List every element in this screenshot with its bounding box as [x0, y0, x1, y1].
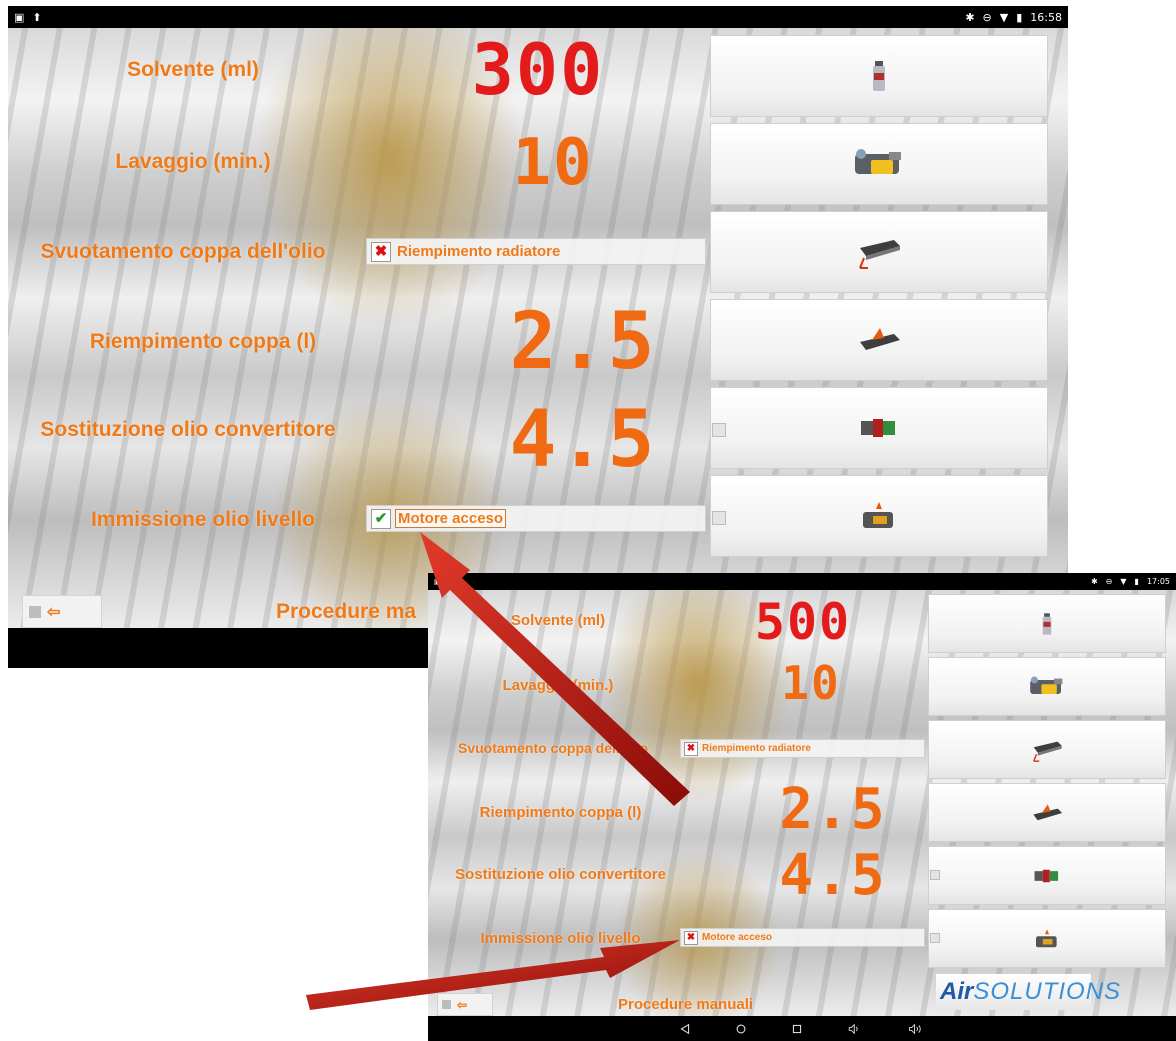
tile-wash[interactable] — [710, 123, 1048, 205]
sump-drain-icon — [859, 240, 900, 269]
sump-fill-icon — [860, 328, 900, 350]
radiator-fill-option[interactable]: ✖ Riempimento radiatore — [680, 739, 925, 758]
row-label-converter: Sostituzione olio convertitore — [455, 866, 666, 883]
back-arrow-icon: ⇦ — [457, 997, 468, 1012]
row-label-sump-fill: Riempimento coppa (l) — [89, 330, 317, 353]
nav-home-icon[interactable] — [736, 1024, 746, 1034]
row-label-solvent: Solvente (ml) — [510, 612, 606, 629]
engine-on-label: Motore acceso — [395, 509, 507, 528]
tile-converter[interactable] — [928, 846, 1166, 905]
back-checkbox[interactable] — [442, 1000, 451, 1009]
row-label-sump-empty: Svuotamento coppa dell'olio — [40, 240, 326, 263]
bluetooth-icon: ✱ — [1090, 577, 1098, 586]
tile-sump-fill[interactable] — [710, 299, 1048, 381]
manual-procedures-label[interactable]: Procedure manuali — [618, 996, 753, 1013]
tile-wash[interactable] — [928, 657, 1166, 716]
tile-solvent[interactable] — [710, 35, 1048, 117]
radiator-fill-option[interactable]: ✖ Riempimento radiatore — [366, 238, 706, 265]
nav-bar — [428, 1016, 1176, 1041]
do-not-disturb-icon: ⊖ — [982, 10, 992, 24]
row-label-level: Immissione olio livello — [480, 930, 641, 947]
status-bar: ▣ ⬆ ✱ ⊖ ▼ ▮ 16:58 — [8, 6, 1068, 28]
solvent-value-display[interactable]: 300 — [468, 30, 608, 110]
converter-value-display[interactable]: 4.5 — [773, 844, 893, 908]
row-label-level: Immissione olio livello — [90, 508, 316, 531]
solvent-value-display[interactable]: 500 — [753, 594, 853, 650]
battery-icon: ▮ — [1016, 10, 1023, 24]
wash-value-display[interactable]: 10 — [776, 656, 846, 710]
radiator-fill-label: Riempimento radiatore — [397, 243, 561, 260]
tile-converter[interactable] — [710, 387, 1048, 469]
level-fill-icon — [863, 502, 893, 528]
tile-level[interactable] — [928, 909, 1166, 968]
image-icon: ▣ — [434, 577, 442, 586]
tile-sump-empty[interactable] — [710, 211, 1048, 293]
radiator-fill-label: Riempimento radiatore — [702, 743, 811, 754]
upload-icon: ⬆ — [32, 10, 42, 24]
engine-on-label: Motore acceso — [702, 932, 773, 943]
app-content: Solvente (ml) Lavaggio (min.) Svuotament… — [8, 28, 1068, 628]
engine-wash-icon — [1030, 676, 1063, 694]
manual-procedures-label[interactable]: Procedure ma — [276, 600, 416, 624]
screenshot-1: ▣ ⬆ ✱ ⊖ ▼ ▮ 16:58 Solvente (ml) Lavaggio… — [8, 6, 1068, 668]
back-button[interactable]: ⇦ — [437, 993, 493, 1016]
tile-sump-empty[interactable] — [928, 720, 1166, 779]
level-checkbox[interactable] — [930, 933, 940, 943]
uncheck-x-icon[interactable]: ✖ — [684, 930, 698, 945]
solvent-bottle-icon — [873, 61, 885, 91]
screenshot-2: ▣ ✱ ⊖ ▼ ▮ 17:05 Solvente (ml) Lavaggio (… — [428, 573, 1176, 1041]
app-content: Solvente (ml) Lavaggio (min.) Svuotament… — [428, 590, 1176, 1016]
tile-sump-fill[interactable] — [928, 783, 1166, 842]
do-not-disturb-icon: ⊖ — [1105, 577, 1113, 586]
row-label-sump-empty: Svuotamento coppa dell'olio — [457, 740, 648, 756]
engine-on-option[interactable]: ✖ Motore acceso — [680, 928, 925, 947]
back-checkbox[interactable] — [29, 605, 41, 618]
tile-level[interactable] — [710, 475, 1048, 557]
battery-icon: ▮ — [1134, 577, 1139, 586]
converter-icon — [1034, 869, 1059, 882]
row-label-wash: Lavaggio (min.) — [115, 150, 271, 173]
level-fill-icon — [1036, 928, 1057, 947]
check-mark-icon[interactable]: ✔ — [371, 508, 391, 529]
logo-air: Air — [940, 978, 974, 1005]
airsolutions-logo: Air SOLUTIONS — [936, 974, 1120, 1010]
uncheck-x-icon[interactable]: ✖ — [371, 241, 391, 262]
volume-down-icon[interactable] — [848, 1023, 862, 1034]
sump-drain-icon — [1033, 741, 1062, 762]
status-bar: ▣ ✱ ⊖ ▼ ▮ 17:05 — [428, 573, 1176, 590]
row-label-converter: Sostituzione olio convertitore — [40, 418, 336, 441]
converter-value-display[interactable]: 4.5 — [498, 394, 668, 486]
back-button[interactable]: ⇦ — [22, 595, 102, 628]
nav-recents-icon[interactable] — [792, 1024, 802, 1034]
converter-checkbox[interactable] — [930, 870, 940, 880]
image-icon: ▣ — [14, 10, 25, 24]
volume-up-icon[interactable] — [908, 1023, 924, 1034]
converter-checkbox[interactable] — [712, 423, 726, 437]
row-label-wash: Lavaggio (min.) — [502, 677, 614, 694]
sump-fill-value-display[interactable]: 2.5 — [773, 778, 893, 842]
solvent-bottle-icon — [1042, 612, 1052, 635]
back-arrow-icon: ⇦ — [47, 603, 61, 621]
uncheck-x-icon[interactable]: ✖ — [684, 741, 698, 756]
sump-fill-icon — [1033, 803, 1063, 820]
bluetooth-icon: ✱ — [965, 10, 975, 24]
tile-solvent[interactable] — [928, 594, 1166, 653]
nav-back-icon[interactable] — [680, 1023, 690, 1034]
level-checkbox[interactable] — [712, 511, 726, 525]
status-time: 16:58 — [1030, 10, 1062, 24]
converter-icon — [861, 419, 895, 437]
status-time: 17:05 — [1146, 577, 1170, 586]
wifi-icon: ▼ — [999, 10, 1009, 24]
wifi-icon: ▼ — [1120, 577, 1127, 586]
row-label-solvent: Solvente (ml) — [127, 58, 259, 81]
row-label-sump-fill: Riempimento coppa (l) — [479, 804, 642, 821]
engine-on-option[interactable]: ✔ Motore acceso — [366, 505, 706, 532]
wash-value-display[interactable]: 10 — [503, 126, 603, 200]
engine-wash-icon — [855, 149, 901, 174]
sump-fill-value-display[interactable]: 2.5 — [498, 296, 668, 388]
logo-solutions: SOLUTIONS — [973, 978, 1122, 1005]
